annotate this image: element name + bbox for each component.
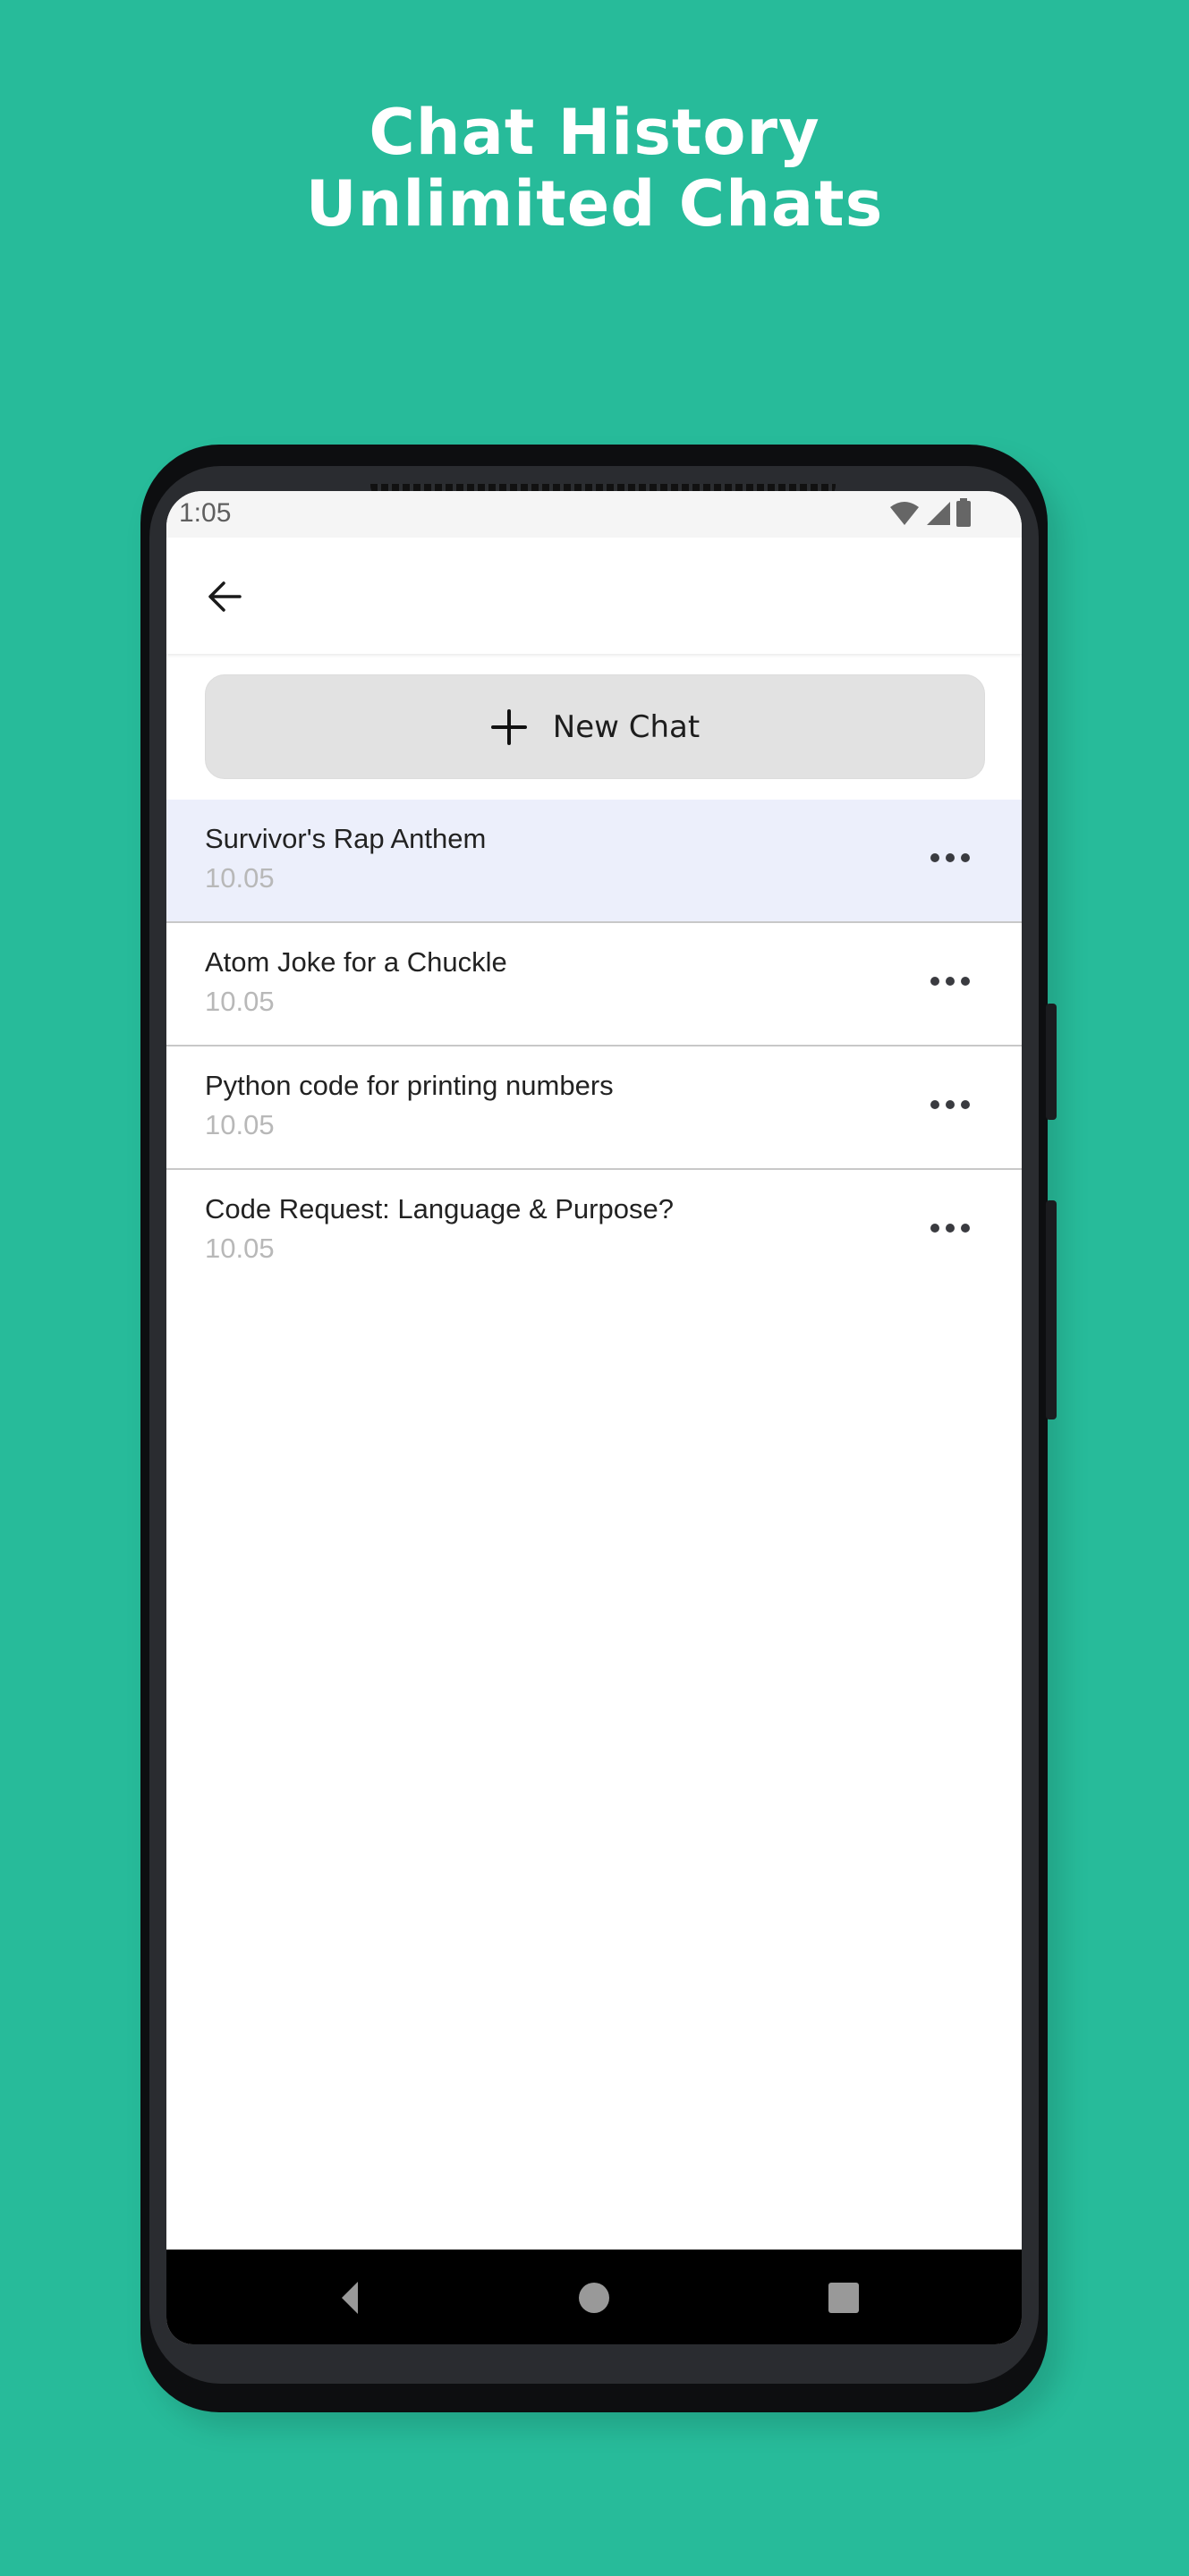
status-bar: 1:05 bbox=[166, 491, 1022, 538]
nav-home-button[interactable] bbox=[572, 2278, 616, 2318]
promo-title-line-1: Chat History bbox=[369, 96, 820, 169]
more-options-icon[interactable] bbox=[930, 844, 970, 871]
chat-list-item[interactable]: Survivor's Rap Anthem 10.05 bbox=[166, 800, 1022, 923]
phone-frame: 1:05 New Chat Survivor's Rap Anthem 10.0… bbox=[140, 445, 1057, 2412]
arrow-left-icon bbox=[208, 581, 242, 612]
chat-list-item[interactable]: Python code for printing numbers 10.05 bbox=[166, 1046, 1022, 1170]
back-triangle-icon bbox=[342, 2282, 358, 2314]
back-button[interactable] bbox=[202, 572, 252, 622]
wifi-icon bbox=[890, 502, 919, 525]
status-icons bbox=[889, 498, 972, 527]
more-options-icon[interactable] bbox=[930, 1091, 970, 1118]
battery-icon bbox=[956, 498, 971, 527]
phone-screen: 1:05 New Chat Survivor's Rap Anthem 10.0… bbox=[166, 491, 1022, 2344]
cellular-signal-icon bbox=[927, 502, 950, 525]
chat-title: Python code for printing numbers bbox=[205, 1070, 614, 1101]
chat-list-item[interactable]: Code Request: Language & Purpose? 10.05 bbox=[166, 1170, 1022, 1292]
chat-date: 10.05 bbox=[205, 986, 275, 1017]
system-nav-bar bbox=[166, 2250, 1022, 2344]
chat-date: 10.05 bbox=[205, 862, 275, 894]
chat-title: Code Request: Language & Purpose? bbox=[205, 1193, 674, 1224]
plus-icon bbox=[490, 708, 527, 745]
promo-title-line-2: Unlimited Chats bbox=[305, 167, 884, 241]
chat-date: 10.05 bbox=[205, 1109, 275, 1140]
chat-list: Survivor's Rap Anthem 10.05 Atom Joke fo… bbox=[166, 800, 1022, 1292]
chat-title: Atom Joke for a Chuckle bbox=[205, 946, 507, 978]
chat-list-item[interactable]: Atom Joke for a Chuckle 10.05 bbox=[166, 923, 1022, 1046]
volume-button bbox=[1046, 1004, 1057, 1120]
new-chat-button[interactable]: New Chat bbox=[205, 674, 985, 779]
chat-date: 10.05 bbox=[205, 1233, 275, 1264]
more-options-icon[interactable] bbox=[930, 1215, 970, 1241]
new-chat-label: New Chat bbox=[552, 708, 701, 745]
chat-title: Survivor's Rap Anthem bbox=[205, 823, 487, 854]
status-time: 1:05 bbox=[179, 498, 232, 528]
power-button bbox=[1046, 1200, 1057, 1419]
more-options-icon[interactable] bbox=[930, 968, 970, 995]
recents-square-icon bbox=[828, 2283, 859, 2313]
nav-recents-button[interactable] bbox=[821, 2278, 866, 2318]
nav-back-button[interactable] bbox=[327, 2278, 372, 2318]
home-circle-icon bbox=[579, 2283, 609, 2313]
app-bar bbox=[166, 538, 1022, 654]
promo-title: Chat History Unlimited Chats bbox=[0, 97, 1189, 240]
